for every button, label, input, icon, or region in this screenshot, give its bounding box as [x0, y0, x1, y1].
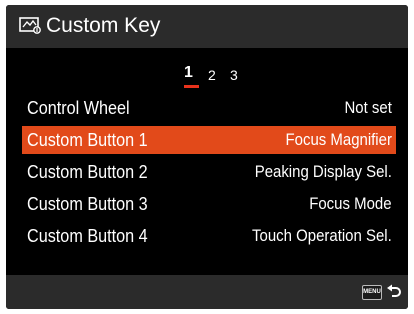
tab-page-2[interactable]: 2	[208, 66, 216, 84]
menu-item-custom-button-2[interactable]: Custom Button 2 Peaking Display Sel.	[22, 158, 396, 186]
menu-item-custom-button-4[interactable]: Custom Button 4 Touch Operation Sel.	[22, 222, 396, 250]
menu-item-label: Custom Button 3	[27, 194, 148, 214]
custom-key-icon	[19, 17, 41, 34]
menu-item-value: Focus Magnifier	[285, 130, 392, 149]
menu-item-label: Custom Button 2	[27, 162, 148, 182]
menu-item-label: Custom Button 4	[27, 226, 148, 246]
return-arrow-icon[interactable]	[386, 283, 402, 300]
menu-item-custom-button-3[interactable]: Custom Button 3 Focus Mode	[22, 190, 396, 218]
active-page-indicator	[184, 85, 199, 88]
menu-button[interactable]: MENU	[362, 285, 382, 300]
title-bar: Custom Key	[6, 5, 408, 48]
menu-item-label: Control Wheel	[27, 98, 130, 118]
menu-item-value: Peaking Display Sel.	[254, 162, 392, 181]
menu-item-value: Not set	[344, 98, 392, 117]
page-title: Custom Key	[46, 14, 161, 37]
tab-page-3[interactable]: 3	[230, 66, 238, 84]
bottom-bar: MENU	[6, 275, 408, 309]
page-tabs: 1 2 3	[6, 64, 408, 84]
menu-item-value: Touch Operation Sel.	[252, 226, 392, 245]
tab-page-1[interactable]: 1	[184, 64, 193, 82]
menu-item-control-wheel[interactable]: Control Wheel Not set	[22, 94, 396, 122]
menu-item-value: Focus Mode	[309, 194, 392, 213]
menu-item-label: Custom Button 1	[27, 130, 148, 150]
camera-menu-screen: Custom Key 1 2 3 Control Wheel Not set C…	[6, 5, 408, 309]
menu-item-custom-button-1[interactable]: Custom Button 1 Focus Magnifier	[22, 126, 396, 154]
